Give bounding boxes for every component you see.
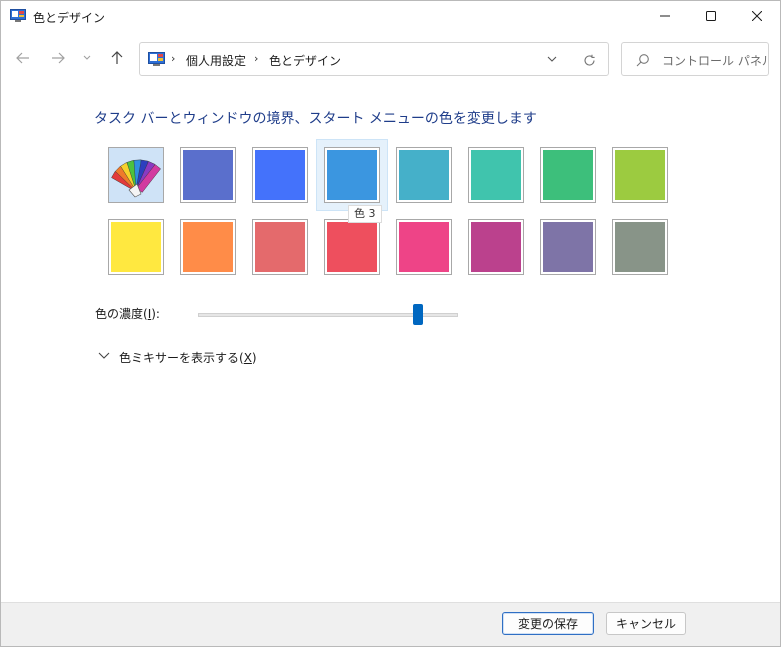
chevron-down-icon <box>83 55 91 60</box>
color-swatch-color-6[interactable] <box>540 147 596 203</box>
address-dropdown-button[interactable] <box>544 51 560 67</box>
refresh-icon <box>583 54 595 66</box>
show-color-mixer-label-end: ) <box>251 351 257 365</box>
color-swatch-fill <box>255 222 305 272</box>
search-icon <box>636 54 649 67</box>
color-intensity-slider-thumb[interactable] <box>413 304 423 325</box>
color-swatch-fill <box>327 222 377 272</box>
close-icon <box>752 11 762 21</box>
arrow-right-icon <box>52 52 65 64</box>
forward-button[interactable] <box>46 46 70 70</box>
address-bar[interactable]: › 個人用設定 › 色とデザイン <box>139 42 609 76</box>
color-swatch-color-4[interactable] <box>396 147 452 203</box>
color-swatch-fill <box>399 222 449 272</box>
color-fan-icon <box>111 150 161 200</box>
color-swatch-fill <box>183 222 233 272</box>
color-swatch-color-15[interactable] <box>612 219 668 275</box>
arrow-left-icon <box>16 52 29 64</box>
color-swatch-color-14[interactable] <box>540 219 596 275</box>
color-swatch-fill <box>255 150 305 200</box>
close-button[interactable] <box>734 1 780 31</box>
cancel-button[interactable]: キャンセル <box>606 612 686 635</box>
chevron-down-icon <box>547 56 557 62</box>
control-panel-icon <box>10 9 26 22</box>
control-panel-icon <box>148 52 165 66</box>
color-swatch-color-13[interactable] <box>468 219 524 275</box>
breadcrumb-color-design[interactable]: 色とデザイン <box>269 52 341 69</box>
color-swatch-color-5[interactable] <box>468 147 524 203</box>
color-swatch-color-10[interactable] <box>252 219 308 275</box>
color-swatch-fill <box>471 150 521 200</box>
color-swatch-color-9[interactable] <box>180 219 236 275</box>
color-swatch-color-3[interactable] <box>324 147 380 203</box>
show-color-mixer-label: 色ミキサーを表示する( <box>119 351 244 365</box>
color-swatch-fill <box>111 222 161 272</box>
chevron-down-icon[interactable] <box>98 351 110 361</box>
color-swatch-fill <box>471 222 521 272</box>
save-changes-button[interactable]: 変更の保存 <box>502 612 594 635</box>
title-bar: 色とデザイン <box>1 1 780 31</box>
color-swatch-fill <box>543 150 593 200</box>
color-swatch-color-8[interactable] <box>108 219 164 275</box>
maximize-button[interactable] <box>688 1 734 31</box>
color-swatch-color-11[interactable] <box>324 219 380 275</box>
color-intensity-label-text: 色の濃度( <box>95 307 148 321</box>
back-button[interactable] <box>11 46 35 70</box>
color-intensity-label-end: ): <box>151 307 160 321</box>
swatch-tooltip: 色 3 <box>348 205 382 223</box>
color-swatch-color-7[interactable] <box>612 147 668 203</box>
window: 色とデザイン › 個人用設定 › 色とデザイン コントロール パネル タスク バ… <box>0 0 781 647</box>
arrow-up-icon <box>111 51 123 64</box>
color-intensity-label: 色の濃度(I): <box>95 305 160 322</box>
show-color-mixer-toggle[interactable]: 色ミキサーを表示する(X) <box>119 349 257 366</box>
breadcrumb-separator[interactable]: › <box>254 52 258 65</box>
minimize-button[interactable] <box>642 1 688 31</box>
color-swatch-fill <box>183 150 233 200</box>
color-swatch-color-2[interactable] <box>252 147 308 203</box>
show-color-mixer-access-key: X <box>243 351 252 365</box>
color-swatch-fill <box>615 222 665 272</box>
window-title: 色とデザイン <box>33 11 106 25</box>
color-swatch-fill <box>399 150 449 200</box>
color-swatch-fill <box>543 222 593 272</box>
page-heading: タスク バーとウィンドウの境界、スタート メニューの色を変更します <box>94 111 537 127</box>
maximize-icon <box>706 11 716 21</box>
recent-locations-button[interactable] <box>77 46 97 70</box>
up-button[interactable] <box>105 46 129 70</box>
minimize-icon <box>660 15 670 17</box>
search-input[interactable]: コントロール パネルの... <box>621 42 769 76</box>
color-swatch-custom[interactable] <box>108 147 164 203</box>
color-swatch-color-12[interactable] <box>396 219 452 275</box>
color-swatch-color-1[interactable] <box>180 147 236 203</box>
breadcrumb-personalization[interactable]: 個人用設定 <box>186 52 246 69</box>
breadcrumb-separator[interactable]: › <box>171 52 175 65</box>
color-swatch-fill <box>615 150 665 200</box>
search-placeholder: コントロール パネルの... <box>662 54 768 68</box>
color-swatch-fill <box>327 150 377 200</box>
refresh-button[interactable] <box>580 51 598 69</box>
